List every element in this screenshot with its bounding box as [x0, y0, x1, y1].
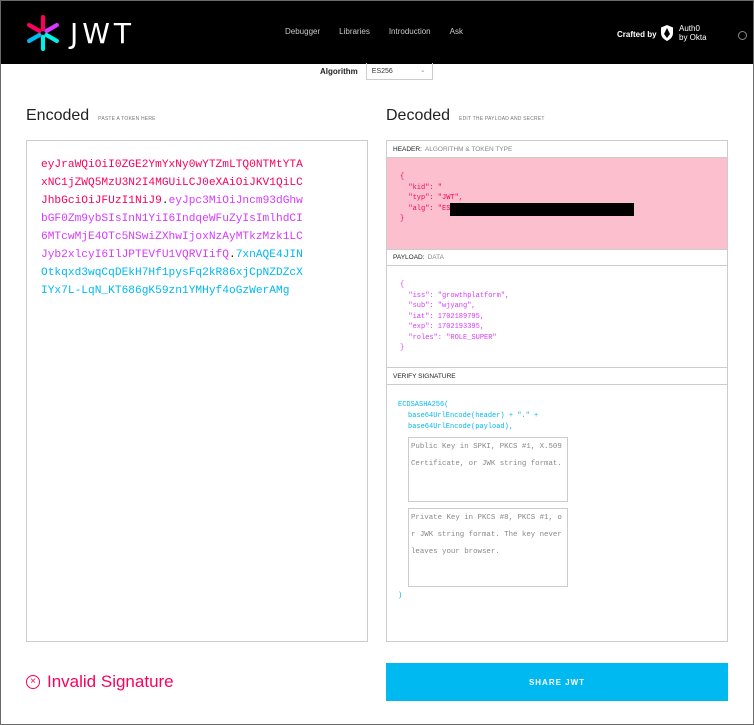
token-payload-segment: bGF0Zm9ybSIsInN1YiI6IndqeWFuZyIsImlhdCI — [41, 213, 303, 225]
token-dot-segment: . — [228, 249, 236, 261]
encoded-line: IYx7L-LqN_KT686gK59zn1YMHyf4oGzWerAMg — [41, 282, 353, 300]
top-navbar: JWT Debugger Libraries Introduction Ask … — [0, 0, 754, 64]
signature-status-text: Invalid Signature — [47, 672, 174, 691]
encoded-line: eyJraWQiOiI0ZGE2YmYxNy0wYTZmLTQ0NTMtYTA — [41, 156, 353, 174]
verify-header-line: base64UrlEncode(header) + "." + — [408, 412, 539, 420]
payload-panel-label: PAYLOAD: — [393, 254, 425, 261]
token-signature-segment: 7xnAQE4JIN — [235, 249, 303, 261]
encoded-line: JhbGciOiJFUzI1NiJ9.eyJpc3MiOiJncm93dGhw — [41, 192, 353, 210]
auth0-line1: Auth0 — [679, 24, 700, 33]
algorithm-selector: Algorithm ES256 ⌄ — [320, 63, 433, 80]
encoded-token-editor[interactable]: eyJraWQiOiI0ZGE2YmYxNy0wYTZmLTQ0NTMtYTA x… — [26, 140, 368, 642]
nav-debugger[interactable]: Debugger — [285, 27, 320, 36]
token-header-segment: eyJraWQiOiI0ZGE2YmYxNy0wYTZmLTQ0NTMtYTA — [41, 159, 303, 171]
algorithm-dropdown[interactable]: ES256 ⌄ — [365, 63, 433, 80]
verify-function: ECDSASHA256( — [398, 401, 449, 409]
header-panel-title: HEADER: ALGORITHM & TOKEN TYPE — [387, 141, 727, 158]
encoded-line: 6MTcwMjE4OTc5NSwiZXhwIjoxNzAyMTkzMzk1LC — [41, 228, 353, 246]
decoded-title: Decoded — [386, 107, 451, 124]
encoded-subtitle: PASTE A TOKEN HERE — [98, 116, 156, 122]
payload-line: "iat": 1702189795, — [400, 312, 485, 321]
main-nav: Debugger Libraries Introduction Ask — [285, 27, 482, 36]
header-line: "typ": "JWT", — [400, 194, 464, 202]
share-jwt-button[interactable]: SHARE JWT — [386, 663, 728, 701]
token-signature-segment: Otkqxd3wqCqDEkH7Hf1pysFq2kR86xjCpNZDZcX — [41, 267, 303, 279]
payload-panel-sublabel: DATA — [427, 254, 444, 261]
decoded-subtitle: EDIT THE PAYLOAD AND SECRET — [459, 116, 545, 122]
token-payload-segment: eyJpc3MiOiJncm93dGhw — [168, 195, 303, 207]
token-dot-segment: . — [161, 195, 169, 207]
nav-ask[interactable]: Ask — [450, 27, 463, 36]
encoded-line: xNC1jZWQ5MzU3N2I4MGUiLCJ0eXAiOiJKV1QiLC — [41, 174, 353, 192]
nav-introduction[interactable]: Introduction — [389, 27, 431, 36]
encoded-line: bGF0Zm9ybSIsInN1YiI6IndqeWFuZyIsImlhdCI — [41, 210, 353, 228]
payload-panel-title: PAYLOAD: DATA — [387, 249, 727, 266]
jwt-logo-icon — [26, 15, 59, 51]
encoded-line: Jyb2xlcyI6IlJPTEVfU1VQRVIifQ.7xnAQE4JIN — [41, 246, 353, 264]
algorithm-label: Algorithm — [320, 67, 358, 76]
algorithm-value: ES256 — [371, 67, 393, 75]
chevron-down-icon: ⌄ — [419, 67, 426, 74]
payload-line: "roles": "ROLE_SUPER" — [400, 333, 497, 342]
payload-line: "exp": 1702193395, — [400, 323, 485, 331]
signature-status: × Invalid Signature — [26, 672, 174, 692]
encoded-heading: Encoded PASTE A TOKEN HERE — [26, 107, 156, 125]
payload-line: "iss": "growthplatform", — [400, 291, 510, 300]
crafted-by-label: Crafted by — [617, 30, 657, 39]
token-signature-segment: IYx7L-LqN_KT686gK59zn1YMHyf4oGzWerAMg — [41, 285, 290, 297]
verify-panel-title: VERIFY SIGNATURE — [387, 368, 727, 385]
decoded-heading: Decoded EDIT THE PAYLOAD AND SECRET — [386, 107, 545, 125]
auth0-shield-icon — [661, 25, 673, 41]
header-panel-sublabel: ALGORITHM & TOKEN TYPE — [424, 145, 513, 153]
logo-text: JWT — [69, 16, 135, 50]
header-line: { — [400, 173, 405, 181]
decoded-panel: HEADER: ALGORITHM & TOKEN TYPE { "kid": … — [386, 140, 728, 642]
payload-json-editor[interactable]: { "iss": "growthplatform", "sub": "wjyan… — [387, 266, 727, 368]
private-key-input[interactable]: Private Key in PKCS #8, PKCS #1, or JWK … — [408, 508, 568, 587]
verify-close: ) — [398, 592, 403, 600]
payload-line: "sub": "wjyang", — [400, 302, 476, 310]
public-key-input[interactable]: Public Key in SPKI, PKCS #1, X.509 Certi… — [408, 437, 568, 502]
token-payload-segment: 6MTcwMjE4OTc5NSwiZXhwIjoxNzAyMTkzMzk1LC — [41, 231, 303, 243]
auth0-logo[interactable]: Auth0 by Okta — [660, 24, 707, 42]
jwt-logo[interactable]: JWT — [25, 14, 135, 52]
menu-circle-icon[interactable] — [738, 31, 747, 40]
token-payload-segment: Jyb2xlcyI6IlJPTEVfU1VQRVIifQ — [41, 249, 229, 261]
header-line: "kid": " — [400, 183, 443, 192]
redaction-bar — [450, 203, 634, 216]
verify-payload-line: base64UrlEncode(payload), — [408, 423, 514, 431]
token-header-segment: JhbGciOiJFUzI1NiJ9 — [41, 195, 162, 207]
header-json-editor[interactable]: { "kid": " "typ": "JWT", "alg": "ES256" … — [387, 158, 727, 249]
nav-libraries[interactable]: Libraries — [339, 27, 370, 36]
header-panel-label: HEADER: — [393, 145, 422, 153]
invalid-x-icon: × — [26, 675, 40, 689]
auth0-line2: by Okta — [679, 33, 707, 42]
payload-line: { — [400, 281, 405, 289]
encoded-title: Encoded — [26, 107, 90, 124]
payload-line: } — [400, 344, 405, 352]
verify-panel-label: VERIFY SIGNATURE — [393, 372, 456, 380]
verify-signature-body: ECDSASHA256( base64UrlEncode(header) + "… — [387, 385, 727, 602]
encoded-line: Otkqxd3wqCqDEkH7Hf1pysFq2kR86xjCpNZDZcX — [41, 264, 353, 282]
token-header-segment: xNC1jZWQ5MzU3N2I4MGUiLCJ0eXAiOiJKV1QiLC — [41, 177, 303, 189]
